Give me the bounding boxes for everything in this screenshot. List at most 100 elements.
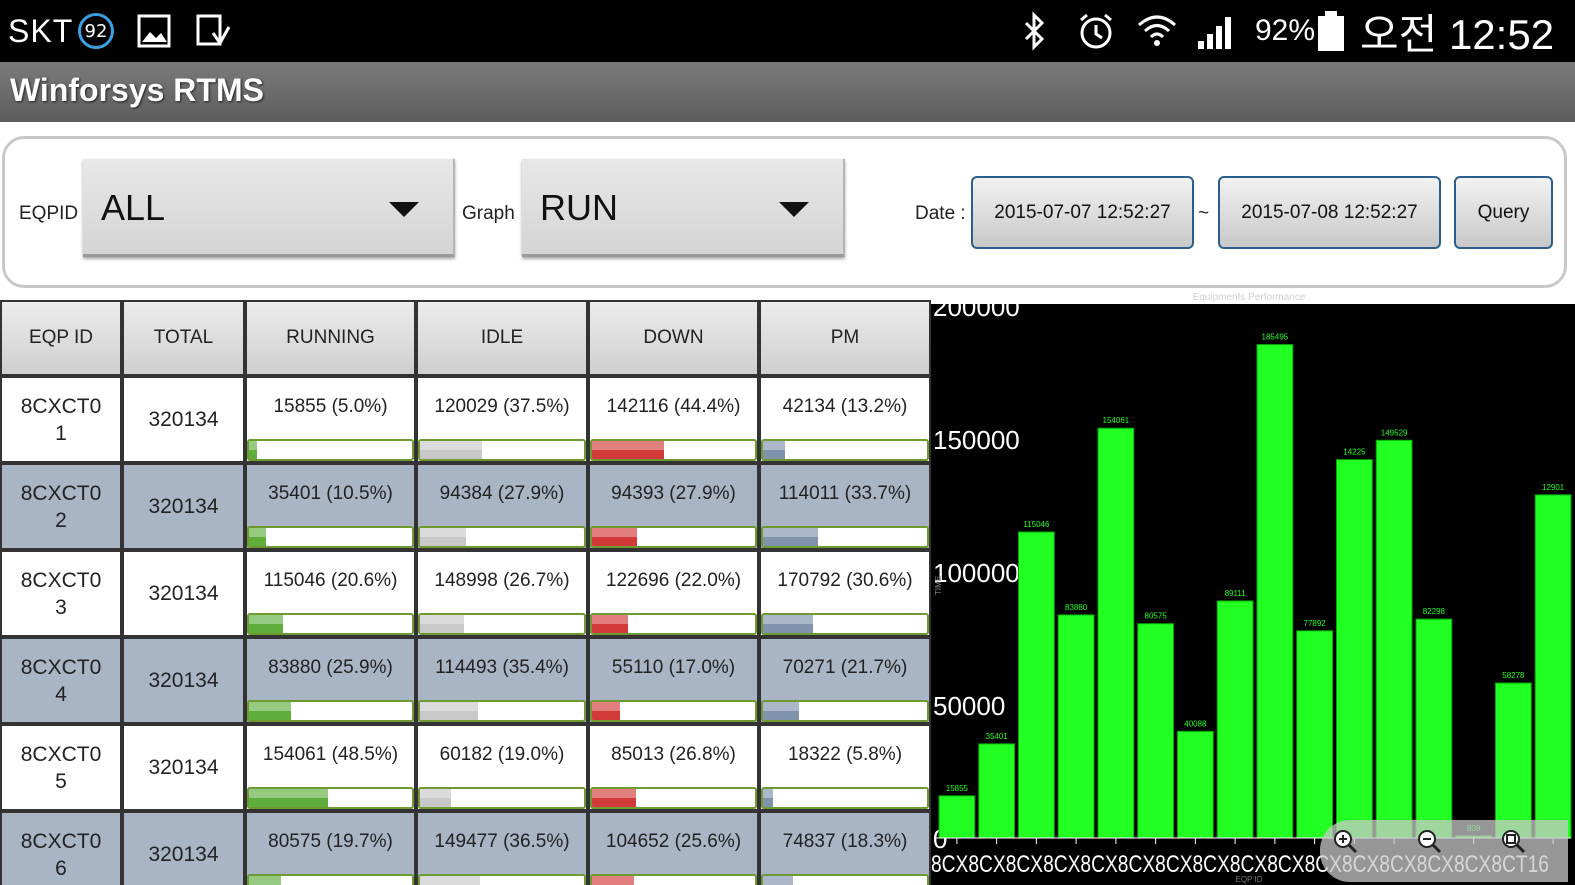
table-row[interactable]: 8CXCT0 6 xyxy=(0,811,122,885)
running-value: 115046 (20.6%) xyxy=(263,570,398,591)
download-icon xyxy=(195,0,231,62)
down-cell: 55110 (17.0%) xyxy=(588,637,759,724)
down-progress-bar xyxy=(590,613,757,635)
idle-value: 114493 (35.4%) xyxy=(435,657,569,678)
chart-zoom-controls xyxy=(1320,820,1568,882)
down-value: 55110 (17.0%) xyxy=(611,657,736,678)
idle-cell: 149477 (36.5%) xyxy=(416,811,588,885)
graph-dropdown[interactable]: RUN xyxy=(522,159,845,257)
down-value: 94393 (27.9%) xyxy=(611,483,736,504)
down-value: 85013 (26.8%) xyxy=(611,744,736,765)
running-progress-fill xyxy=(249,702,292,720)
pm-progress-bar xyxy=(761,613,929,635)
running-progress-fill xyxy=(249,615,283,633)
eqp-id-text: 8CXCT0 4 xyxy=(20,655,102,706)
table-row[interactable]: 8CXCT0 4 xyxy=(0,637,122,724)
chart-bar xyxy=(1375,439,1413,839)
query-button[interactable]: Query xyxy=(1454,176,1553,249)
running-progress-fill xyxy=(249,528,267,546)
filter-panel: EQPID ALL Graph RUN Date : 2015-07-07 12… xyxy=(2,136,1567,288)
chart-bar xyxy=(1097,427,1135,839)
idle-progress-fill xyxy=(420,789,452,807)
chart-bar xyxy=(1495,682,1532,839)
total-cell: 320134 xyxy=(122,376,245,463)
chart-title: Equipments Performance xyxy=(1193,292,1306,303)
pm-progress-fill xyxy=(763,615,814,633)
zoom-out-icon[interactable] xyxy=(1416,828,1442,854)
bar-value-label: 154061 xyxy=(1103,416,1130,425)
idle-value: 60182 (19.0%) xyxy=(439,744,565,765)
down-progress-fill xyxy=(592,528,638,546)
chart-bar xyxy=(978,743,1015,839)
battery-percent: 92% xyxy=(1255,14,1316,47)
bar-value-label: 58278 xyxy=(1502,671,1525,680)
bar-value-label: 35401 xyxy=(986,732,1009,741)
date-label: Date : xyxy=(915,203,966,224)
bluetooth-icon xyxy=(1020,0,1050,62)
down-value: 142116 (44.4%) xyxy=(606,396,741,417)
chart-bar xyxy=(1177,730,1214,839)
equipment-table: EQP ID TOTAL RUNNING IDLE DOWN PM 8CXCT0 1 32013… xyxy=(0,300,931,885)
down-cell: 85013 (26.8%) xyxy=(588,724,759,811)
pm-cell: 170792 (30.6%) xyxy=(759,550,931,637)
pm-cell: 18322 (5.8%) xyxy=(759,724,931,811)
running-value: 15855 (5.0%) xyxy=(273,396,388,417)
chart-bar xyxy=(1534,494,1572,839)
running-value: 35401 (10.5%) xyxy=(268,483,393,504)
table-row[interactable]: 8CXCT0 5 xyxy=(0,724,122,811)
pm-progress-fill xyxy=(763,441,785,459)
total-cell: 320134 xyxy=(122,637,245,724)
pm-progress-bar xyxy=(761,874,929,885)
total-cell: 320134 xyxy=(122,724,245,811)
gallery-icon xyxy=(137,0,171,62)
table-row[interactable]: 8CXCT0 3 xyxy=(0,550,122,637)
alarm-icon xyxy=(1076,0,1116,62)
eqp-id-text: 8CXCT0 1 xyxy=(20,394,102,445)
running-progress-bar xyxy=(247,613,414,635)
down-progress-bar xyxy=(590,526,757,548)
idle-progress-bar xyxy=(418,613,586,635)
chevron-down-icon xyxy=(389,202,419,217)
zoom-reset-icon[interactable] xyxy=(1500,828,1526,854)
pm-value: 114011 (33.7%) xyxy=(778,483,912,504)
date-separator: ~ xyxy=(1198,203,1210,224)
idle-value: 120029 (37.5%) xyxy=(434,396,570,417)
idle-progress-bar xyxy=(418,439,586,461)
pm-progress-fill xyxy=(763,876,793,885)
header-1: TOTAL xyxy=(122,300,245,376)
idle-cell: 148998 (26.7%) xyxy=(416,550,588,637)
chart-bar xyxy=(938,795,976,839)
idle-cell: 94384 (27.9%) xyxy=(416,463,588,550)
bar-value-label: 12901 xyxy=(1542,483,1565,492)
running-progress-bar xyxy=(247,787,414,809)
running-progress-fill xyxy=(249,441,258,459)
running-value: 154061 (48.5%) xyxy=(262,744,399,765)
table-row[interactable]: 8CXCT0 2 xyxy=(0,463,122,550)
chart-canvas: Equipments Performance050000100000150000… xyxy=(931,292,1575,885)
table-row[interactable]: 8CXCT0 1 xyxy=(0,376,122,463)
status-bar: SKT 92 92% 오전 12:52 xyxy=(0,0,1575,62)
eqpid-dropdown[interactable]: ALL xyxy=(83,159,455,257)
pm-value: 70271 (21.7%) xyxy=(782,657,908,678)
down-cell: 122696 (22.0%) xyxy=(588,550,759,637)
date-to-button[interactable]: 2015-07-08 12:52:27 xyxy=(1218,176,1441,249)
battery-icon xyxy=(1316,0,1346,62)
pm-progress-fill xyxy=(763,789,773,807)
y-tick-label: 100000 xyxy=(933,558,1020,588)
idle-progress-bar xyxy=(418,700,586,722)
chart-bar xyxy=(1415,618,1453,839)
pm-value: 74837 (18.3%) xyxy=(782,831,908,852)
zoom-in-icon[interactable] xyxy=(1332,828,1358,854)
running-progress-fill xyxy=(249,876,282,885)
idle-progress-bar xyxy=(418,526,586,548)
bar-value-label: 14225 xyxy=(1343,448,1366,457)
bar-value-label: 185495 xyxy=(1262,333,1289,342)
clock: 오전 12:52 xyxy=(1360,10,1555,58)
running-progress-bar xyxy=(247,874,414,885)
chart-bar xyxy=(1137,623,1174,839)
y-tick-label: 150000 xyxy=(933,425,1020,455)
pm-value: 42134 (13.2%) xyxy=(782,396,908,417)
date-from-button[interactable]: 2015-07-07 12:52:27 xyxy=(971,176,1194,249)
idle-value: 148998 (26.7%) xyxy=(434,570,570,591)
down-value: 122696 (22.0%) xyxy=(605,570,742,591)
